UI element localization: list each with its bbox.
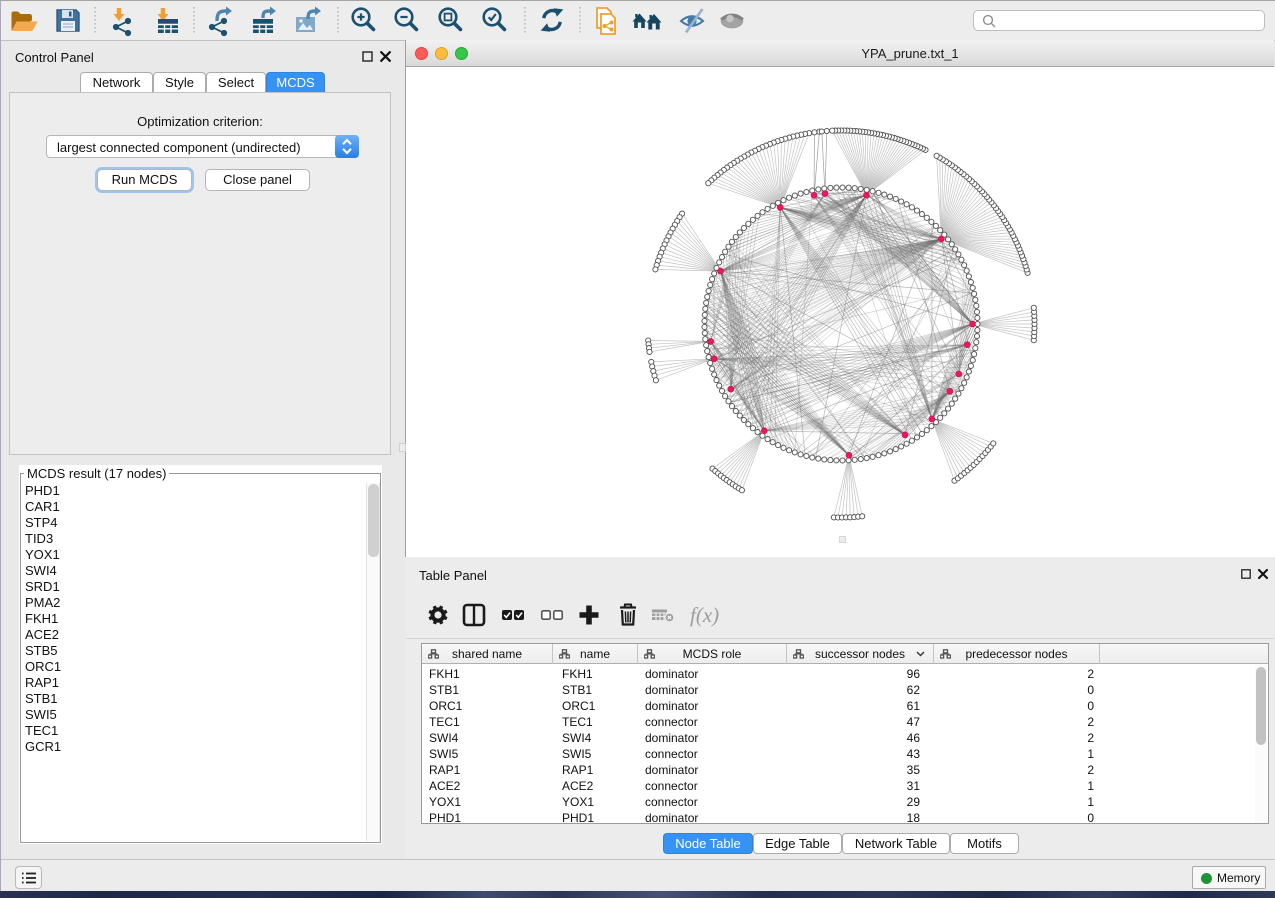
svg-text:f(x): f(x) bbox=[690, 603, 719, 627]
